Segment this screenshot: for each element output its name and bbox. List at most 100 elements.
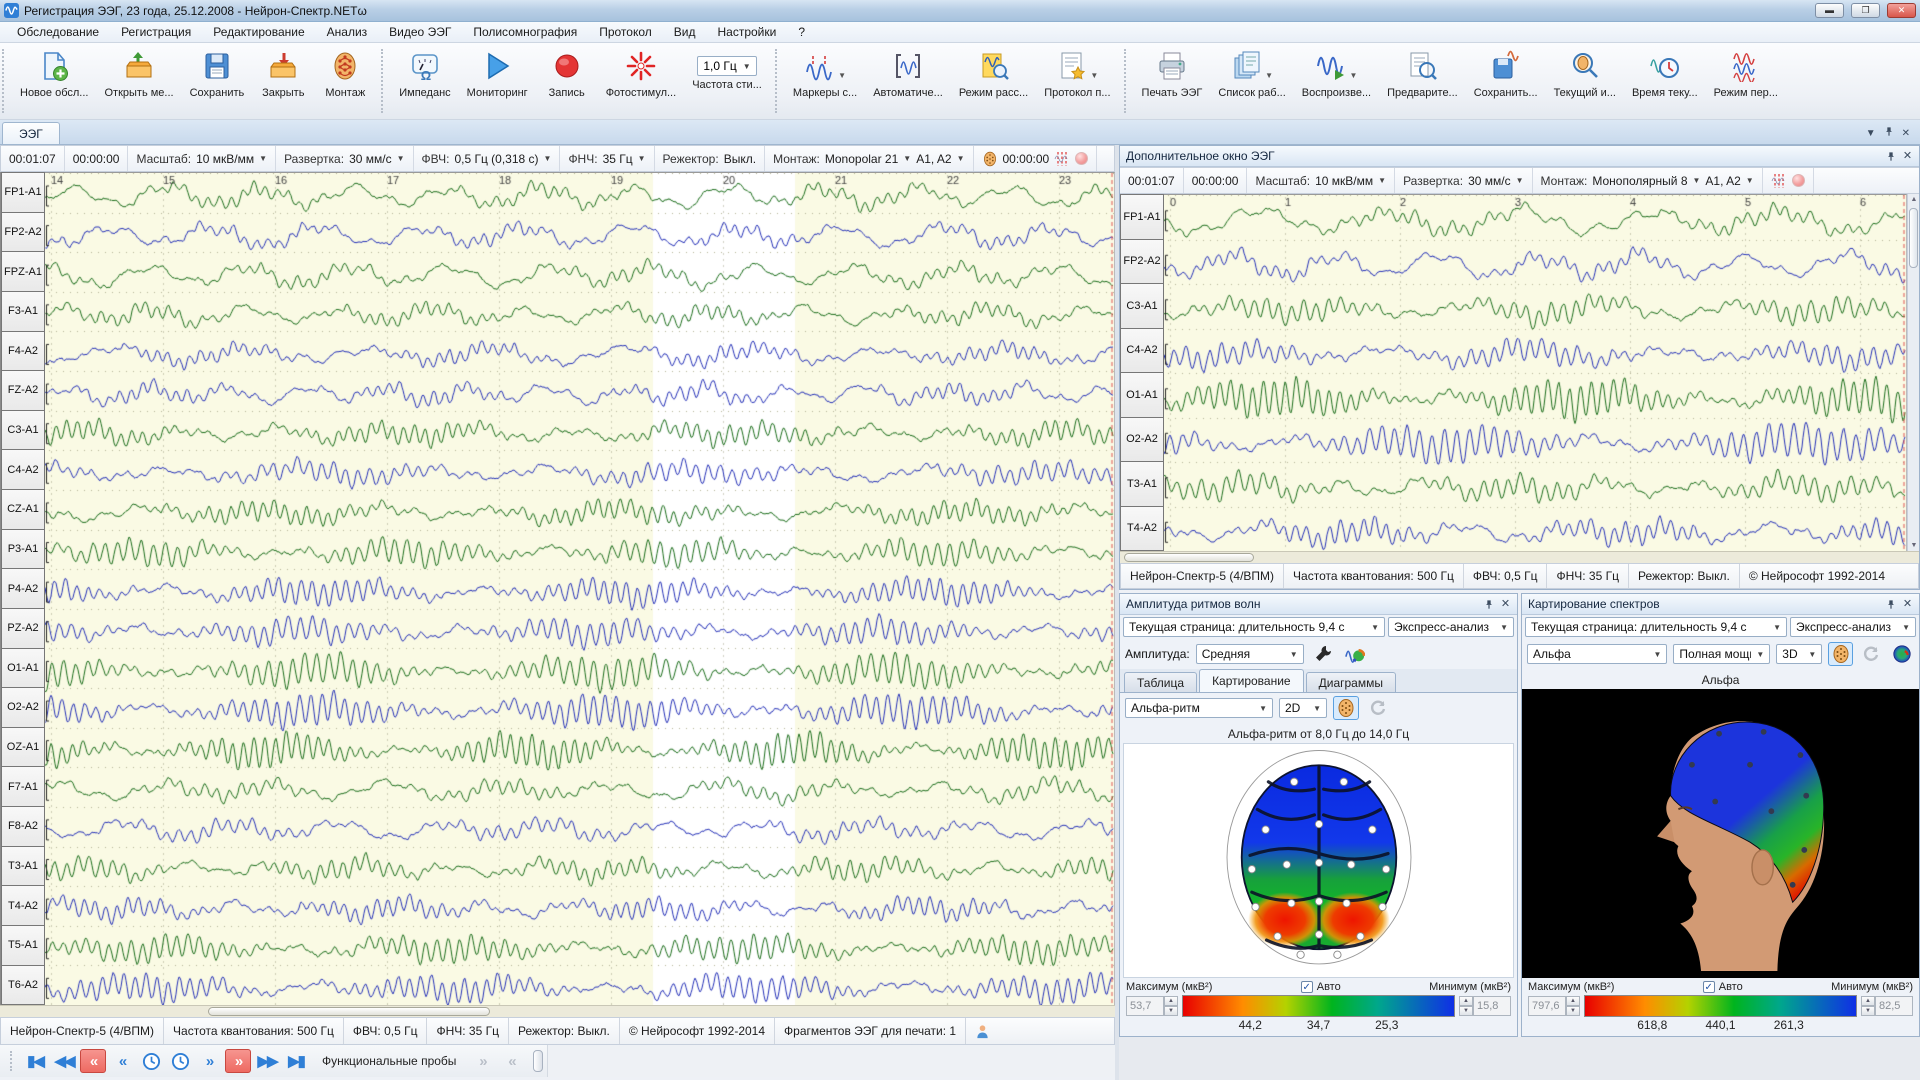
stim-frequency-combo[interactable]: 1,0 Гц▼ xyxy=(697,56,756,76)
channel-label[interactable]: O2-A2 xyxy=(1120,418,1164,463)
channel-label[interactable]: O1-A1 xyxy=(1,649,45,689)
page-select[interactable]: Текущая страница: длительность 9,4 с▼ xyxy=(1123,617,1385,637)
pin-icon[interactable] xyxy=(1885,151,1896,162)
menu-item[interactable]: Протокол xyxy=(588,23,663,41)
menu-item[interactable]: Настройки xyxy=(706,23,787,41)
menu-item[interactable]: Обследование xyxy=(6,23,110,41)
channel-label[interactable]: FPZ-A1 xyxy=(1,252,45,292)
channel-label[interactable]: O1-A1 xyxy=(1120,373,1164,418)
toolbar-button-current-imp[interactable]: Текущий и... xyxy=(1546,45,1624,117)
toolbar-button-montage[interactable]: Монтаж xyxy=(314,45,376,117)
channel-label[interactable]: CZ-A1 xyxy=(1,490,45,530)
sweep-combo[interactable]: Развертка:30 мм/с▼ xyxy=(276,146,413,171)
channel-label[interactable]: FP1-A1 xyxy=(1120,194,1164,240)
menu-item[interactable]: Редактирование xyxy=(202,23,315,41)
montage-head-button[interactable]: 00:00:00 xyxy=(974,146,1098,171)
menu-item[interactable]: ? xyxy=(787,23,816,41)
tab-диаграммы[interactable]: Диаграммы xyxy=(1306,672,1396,692)
toolbar-button-save-curr[interactable]: Сохранить... xyxy=(1466,45,1546,117)
record-indicator[interactable] xyxy=(1792,174,1805,187)
hpf-combo[interactable]: ФВЧ:0,5 Гц (0,318 с)▼ xyxy=(414,146,561,171)
rhythm-map-button[interactable] xyxy=(1342,642,1368,666)
secondary-eeg-traces-canvas[interactable] xyxy=(1164,194,1907,551)
channel-label[interactable]: T6-A2 xyxy=(1,966,45,1006)
channel-label[interactable]: FP2-A2 xyxy=(1,213,45,253)
playback-fast-rewind-button[interactable]: ◀◀ xyxy=(51,1049,77,1073)
chevron-down-icon[interactable]: ▼ xyxy=(1866,128,1876,139)
pin-icon[interactable] xyxy=(1885,599,1896,610)
channel-label[interactable]: P3-A1 xyxy=(1,530,45,570)
channel-label[interactable]: C4-A2 xyxy=(1120,329,1164,374)
min-spinner[interactable]: ▲▼15,8 xyxy=(1459,996,1511,1016)
auto-checkbox[interactable]: ✓ xyxy=(1301,981,1313,993)
channel-label[interactable]: F7-A1 xyxy=(1,767,45,807)
secondary-eeg-vscrollbar[interactable]: ▲▼ xyxy=(1907,194,1919,551)
toolbar-button-protocol[interactable]: ▼Протокол п... xyxy=(1036,45,1118,117)
channel-label[interactable]: F4-A2 xyxy=(1,332,45,372)
playback-skip-start-button[interactable]: ▮◀ xyxy=(22,1049,48,1073)
playback-fp-back-button[interactable]: « xyxy=(498,1049,524,1073)
toolbar-button-impedance[interactable]: ΩИмпеданс xyxy=(391,45,458,117)
amplitude-select[interactable]: Средняя▼ xyxy=(1196,644,1304,664)
toolbar-button-monitoring[interactable]: Мониторинг xyxy=(459,45,536,117)
channel-label[interactable]: T3-A1 xyxy=(1,847,45,887)
toolbar-button-preview[interactable]: Предварите... xyxy=(1379,45,1466,117)
channel-label[interactable]: OZ-A1 xyxy=(1,728,45,768)
toolbar-button-photostim[interactable]: Фотостимул... xyxy=(598,45,685,117)
playback-clock-forward-button[interactable] xyxy=(167,1049,193,1073)
head-view-button[interactable] xyxy=(1828,642,1853,666)
close-icon[interactable]: ✕ xyxy=(1902,128,1910,139)
toolbar-button-stim-frequency[interactable]: 1,0 Гц▼Частота сти... xyxy=(684,45,770,117)
toolbar-button-close-exam[interactable]: Закрыть xyxy=(252,45,314,117)
main-eeg-hscrollbar[interactable] xyxy=(0,1005,1115,1017)
toolbar-button-worklist[interactable]: ▼Список раб... xyxy=(1210,45,1293,117)
secondary-eeg-hscrollbar[interactable] xyxy=(1120,551,1919,563)
toolbar-button-new-exam[interactable]: Новое обсл... xyxy=(12,45,96,117)
page-select[interactable]: Текущая страница: длительность 9,4 с▼ xyxy=(1525,617,1787,637)
pin-icon[interactable] xyxy=(1483,599,1494,610)
rhythm-select[interactable]: Альфа▼ xyxy=(1527,644,1667,664)
scale-combo[interactable]: Масштаб:10 мкВ/мм▼ xyxy=(128,146,276,171)
close-icon[interactable]: ✕ xyxy=(1500,599,1511,610)
menu-item[interactable]: Видео ЭЭГ xyxy=(378,23,462,41)
menu-item[interactable]: Анализ xyxy=(316,23,379,41)
toolbar-button-open-exam[interactable]: Открыть ме... xyxy=(96,45,181,117)
dimension-select[interactable]: 3D▼ xyxy=(1776,644,1822,664)
close-button[interactable]: ✕ xyxy=(1887,3,1916,18)
toolbar-button-playback-wave[interactable]: ▼Воспроизве... xyxy=(1294,45,1379,117)
channel-label[interactable]: F8-A2 xyxy=(1,807,45,847)
playback-forward-button[interactable]: » xyxy=(196,1049,222,1073)
channel-label[interactable]: F3-A1 xyxy=(1,292,45,332)
pin-icon[interactable] xyxy=(1884,126,1894,140)
tab-таблица[interactable]: Таблица xyxy=(1124,672,1197,692)
auto-checkbox[interactable]: ✓ xyxy=(1703,981,1715,993)
record-indicator[interactable] xyxy=(1075,152,1088,165)
scale-combo[interactable]: Масштаб:10 мкВ/мм▼ xyxy=(1247,168,1395,193)
channel-label[interactable]: C4-A2 xyxy=(1,450,45,490)
channel-label[interactable]: FZ-A2 xyxy=(1,371,45,411)
express-analysis-select[interactable]: Экспресс-анализ▼ xyxy=(1388,617,1514,637)
channel-label[interactable]: T4-A2 xyxy=(1120,507,1164,552)
channel-label[interactable]: C3-A1 xyxy=(1120,284,1164,329)
channel-label[interactable]: C3-A1 xyxy=(1,411,45,451)
dimension-select[interactable]: 2D▼ xyxy=(1279,698,1327,718)
playback-page-rewind-button[interactable]: « xyxy=(80,1049,106,1073)
channel-label[interactable]: PZ-A2 xyxy=(1,609,45,649)
montage-combo[interactable]: Монтаж:Monopolar 21▼A1, A2▼ xyxy=(765,146,973,171)
menu-item[interactable]: Регистрация xyxy=(110,23,202,41)
playback-fp-forward-button[interactable]: » xyxy=(469,1049,495,1073)
maximize-button[interactable]: ❐ xyxy=(1851,3,1880,18)
montage-combo[interactable]: Монтаж:Монополярный 8▼A1, A2▼ xyxy=(1533,168,1763,193)
channel-label[interactable]: FP2-A2 xyxy=(1120,240,1164,285)
spectra-map-button[interactable] xyxy=(1889,642,1914,666)
menu-item[interactable]: Полисомнография xyxy=(462,23,588,41)
channel-label[interactable]: O2-A2 xyxy=(1,688,45,728)
playback-skip-end-button[interactable]: ▶▮ xyxy=(283,1049,309,1073)
rhythm-select[interactable]: Альфа-ритм▼ xyxy=(1125,698,1273,718)
tab-eeg[interactable]: ЭЭГ xyxy=(2,122,60,144)
close-icon[interactable]: ✕ xyxy=(1902,599,1913,610)
lpf-combo[interactable]: ФНЧ:35 Гц▼ xyxy=(560,146,654,171)
max-spinner[interactable]: 53,7▲▼ xyxy=(1126,996,1178,1016)
channel-label[interactable]: T4-A2 xyxy=(1,886,45,926)
head-3d-area[interactable] xyxy=(1522,689,1919,978)
